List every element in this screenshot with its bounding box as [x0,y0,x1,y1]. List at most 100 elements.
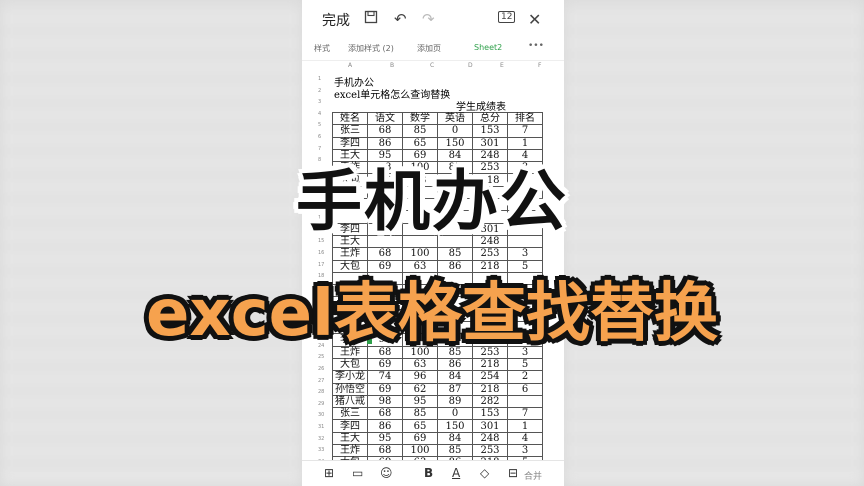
row-number[interactable]: 25 [318,354,328,360]
table-cell[interactable]: 0 [437,124,473,138]
table-cell[interactable]: 63 [402,357,438,372]
sheet-subtitle-cell[interactable]: excel单元格怎么查询替换 [334,86,450,101]
table-cell[interactable]: 85 [437,247,473,261]
table-row[interactable]: 张三 68 85 0 153 7 [332,407,543,421]
table-cell[interactable]: 2 [507,370,543,384]
done-button[interactable]: 完成 [322,10,350,30]
table-row[interactable]: 大包6963862185 [332,357,543,372]
table-cell[interactable]: 4 [507,431,543,446]
table-cell[interactable]: 153 [472,124,508,138]
tab-add-style[interactable]: 添加样式 (2) [348,43,394,54]
table-cell[interactable]: 3 [507,444,543,458]
row-number[interactable]: 30 [318,412,328,418]
table-row[interactable]: 王炸 68 100 85 253 3 [332,247,543,261]
table-cell[interactable]: 张三 [332,407,368,421]
table-cell[interactable]: 100 [402,247,438,261]
card-icon[interactable]: ▭ [352,466,363,480]
table-cell[interactable]: 85 [402,407,438,421]
table-row[interactable]: 李小龙7496842542 [332,370,543,384]
col-header-d[interactable]: D [468,62,473,72]
bold-icon[interactable]: B [424,466,433,480]
table-cell[interactable]: 84 [437,370,473,384]
table-cell[interactable]: 282 [472,394,508,409]
table-cell[interactable]: 语文 [367,111,403,126]
table-cell[interactable]: 数学 [402,111,438,126]
table-cell[interactable]: 253 [472,444,508,458]
table-cell[interactable]: 68 [367,247,403,261]
table-cell[interactable]: 150 [437,419,473,433]
row-number[interactable]: 5 [318,122,328,128]
table-cell[interactable]: 86 [367,419,403,433]
more-menu-button[interactable]: ••• [528,41,544,51]
table-cell[interactable]: 李四 [332,419,368,433]
table-cell[interactable]: 69 [367,357,403,372]
table-cell[interactable]: 87 [437,382,473,396]
table-cell[interactable]: 7 [507,407,543,421]
undo-icon[interactable]: ↶ [394,10,407,28]
table-cell[interactable]: 英语 [437,111,473,126]
table-cell[interactable]: 85 [437,444,473,458]
table-cell[interactable]: 95 [402,394,438,409]
row-number[interactable]: 6 [318,134,328,140]
col-header-b[interactable]: B [390,62,394,72]
table-cell[interactable]: 96 [402,370,438,384]
col-header-f[interactable]: F [538,62,541,72]
merge-label[interactable]: 合并 [524,469,542,482]
table-cell[interactable]: 100 [402,444,438,458]
table-row[interactable]: 李四 86 65 150 301 1 [332,419,543,433]
table-cell[interactable]: 253 [472,247,508,261]
table-cell[interactable]: 89 [437,394,473,409]
table-cell[interactable]: 86 [437,357,473,372]
table-cell[interactable]: 95 [367,431,403,446]
row-number[interactable]: 4 [318,111,328,117]
table-cell[interactable]: 孙悟空 [332,382,368,396]
row-number[interactable]: 31 [318,424,328,430]
tab-style[interactable]: 样式 [314,43,330,54]
table-cell[interactable]: 69 [367,382,403,396]
tab-add-page[interactable]: 添加页 [417,43,441,54]
table-row[interactable]: 张三 68 85 0 153 7 [332,124,543,138]
save-icon[interactable] [364,10,378,28]
row-number[interactable]: 28 [318,389,328,395]
table-cell[interactable]: 218 [472,357,508,372]
table-cell[interactable]: 68 [367,407,403,421]
row-number[interactable]: 32 [318,436,328,442]
tab-sheet2[interactable]: Sheet2 [474,43,502,52]
merge-icon[interactable]: ⊟ [508,466,518,480]
table-cell[interactable]: 7 [507,124,543,138]
table-cell[interactable]: 张三 [332,124,368,138]
table-cell[interactable]: 65 [402,419,438,433]
table-title-cell[interactable]: 学生成绩表 [456,98,506,113]
table-cell[interactable]: 姓名 [332,111,368,126]
row-number[interactable]: 26 [318,366,328,372]
table-cell[interactable]: 总分 [472,111,508,126]
table-cell[interactable]: 王炸 [332,444,368,458]
close-icon[interactable]: ✕ [528,10,541,29]
col-header-a[interactable]: A [348,62,352,72]
row-number[interactable]: 27 [318,378,328,384]
table-cell[interactable]: 301 [472,419,508,433]
table-cell[interactable]: 74 [367,370,403,384]
table-cell[interactable]: 69 [402,431,438,446]
table-cell[interactable]: 153 [472,407,508,421]
table-cell[interactable]: 5 [507,357,543,372]
table-row[interactable]: 猪八戒 98 95 89 282 [332,394,543,409]
table-cell[interactable]: 猪八戒 [332,394,368,409]
row-number[interactable]: 33 [318,447,328,453]
sheet-grid[interactable]: A B C D E F 手机办公 excel单元格怎么查询替换 学生成绩表 12… [308,62,558,482]
col-header-e[interactable]: E [500,62,504,72]
emoji-icon[interactable]: ☺ [380,466,393,480]
table-cell[interactable]: 3 [507,247,543,261]
row-number[interactable]: 2 [318,88,328,94]
table-cell[interactable]: 62 [402,382,438,396]
row-number[interactable]: 29 [318,401,328,407]
table-cell[interactable]: 98 [367,394,403,409]
table-cell[interactable]: 大包 [332,357,368,372]
table-row[interactable]: 姓名 语文 数学 英语 总分 排名 [332,111,543,126]
table-cell[interactable]: 85 [402,124,438,138]
row-number[interactable]: 3 [318,99,328,105]
pages-count-badge[interactable]: 12 [498,11,516,23]
table-row[interactable]: 孙悟空 69 62 87 218 6 [332,382,543,396]
row-number[interactable]: 16 [318,250,328,256]
table-cell[interactable]: 排名 [507,111,543,126]
